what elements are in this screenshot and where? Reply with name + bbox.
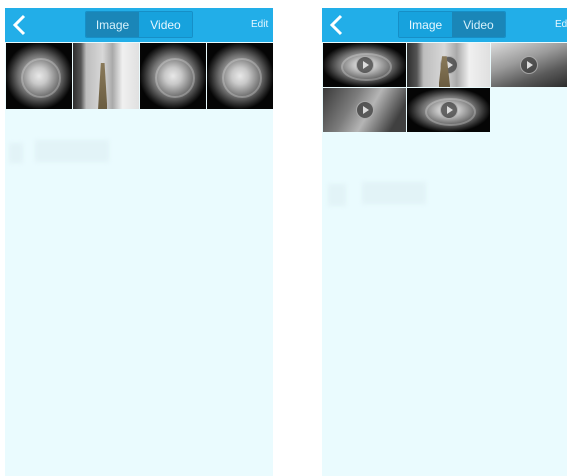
left-phone-screen: Image Video Edit xyxy=(5,8,273,476)
left-media-type-toggle: Image Video xyxy=(85,11,193,38)
back-arrow-icon xyxy=(329,14,343,36)
left-thumbnail-4[interactable] xyxy=(207,43,273,109)
right-back-button[interactable] xyxy=(322,8,352,42)
right-top-bar: Image Video Ed xyxy=(322,8,567,42)
right-tab-image[interactable]: Image xyxy=(399,12,452,37)
right-blurred-artifact xyxy=(328,184,346,206)
left-top-bar: Image Video Edit xyxy=(5,8,273,42)
play-icon xyxy=(355,101,374,119)
left-tab-video[interactable]: Video xyxy=(139,12,192,37)
left-back-button[interactable] xyxy=(5,8,35,42)
right-tab-video[interactable]: Video xyxy=(452,12,505,37)
left-tab-image[interactable]: Image xyxy=(86,12,139,37)
right-edit-button[interactable]: Ed xyxy=(555,8,567,42)
right-video-thumbnail-3[interactable] xyxy=(491,43,567,87)
left-edit-button[interactable]: Edit xyxy=(251,8,268,42)
play-icon xyxy=(520,56,538,74)
right-media-type-toggle: Image Video xyxy=(398,11,506,38)
right-blurred-artifact xyxy=(362,182,426,204)
left-thumbnail-3[interactable] xyxy=(140,43,206,109)
back-arrow-icon xyxy=(12,14,26,36)
right-phone-screen: Image Video Ed xyxy=(322,8,567,476)
right-video-thumbnail-1[interactable] xyxy=(323,43,406,87)
play-icon xyxy=(439,101,458,119)
right-video-thumbnail-4[interactable] xyxy=(323,88,406,132)
play-icon xyxy=(439,56,458,74)
left-thumbnail-1[interactable] xyxy=(6,43,72,109)
left-blurred-artifact xyxy=(35,140,109,162)
left-blurred-artifact xyxy=(9,143,23,163)
right-video-thumbnail-5[interactable] xyxy=(407,88,490,132)
play-icon xyxy=(355,56,374,74)
left-thumbnail-2[interactable] xyxy=(73,43,139,109)
right-video-thumbnail-2[interactable] xyxy=(407,43,490,87)
